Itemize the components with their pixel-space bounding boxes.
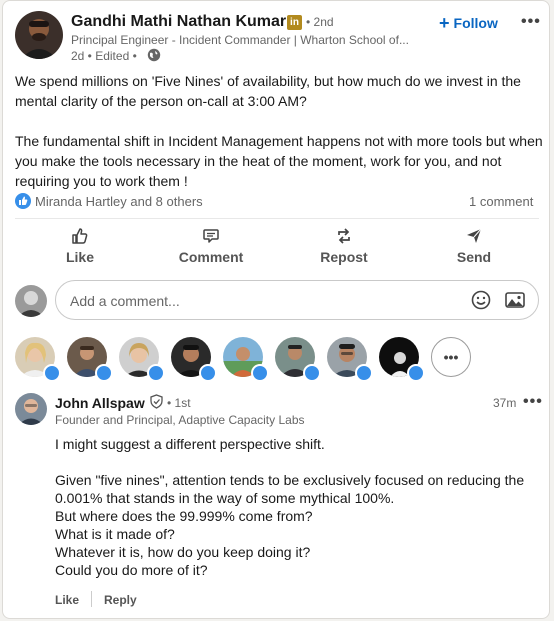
divider: [91, 591, 92, 607]
verified-icon: [149, 394, 164, 409]
comment-timestamp: 37m: [493, 396, 517, 410]
comment-input[interactable]: [68, 290, 452, 312]
globe-icon: [147, 48, 161, 62]
like-badge-icon: [407, 364, 425, 382]
commenter-degree: • 1st: [167, 396, 191, 410]
plus-icon: +: [439, 13, 450, 33]
like-badge-icon: [251, 364, 269, 382]
comment-input-container: [55, 280, 539, 320]
commenter-name[interactable]: John Allspaw: [55, 395, 145, 411]
more-reactors-button[interactable]: •••: [431, 337, 471, 377]
send-icon: [467, 228, 482, 243]
comment-line: But where does the 99.999% come from?: [55, 508, 313, 524]
comment-reply-button[interactable]: Reply: [104, 593, 137, 607]
comment-icon: [203, 229, 219, 243]
commenter-avatar[interactable]: [15, 393, 47, 425]
like-badge-icon: [95, 364, 113, 382]
like-button[interactable]: Like: [40, 226, 120, 265]
comment-line-spacer: [55, 453, 535, 471]
emoji-icon[interactable]: [470, 289, 492, 311]
divider: [15, 218, 539, 219]
like-label: Like: [65, 249, 94, 265]
comment-line: Could you do more of it?: [55, 562, 208, 578]
post-text: We spend millions on 'Five Nines' of ava…: [15, 71, 543, 211]
like-badge-icon: [355, 364, 373, 382]
repost-icon: [338, 228, 350, 244]
like-badge-icon: [147, 364, 165, 382]
commenter-headline: Founder and Principal, Adaptive Capacity…: [55, 413, 305, 427]
comment-line: What is it made of?: [55, 526, 175, 542]
follow-label: Follow: [453, 15, 498, 31]
like-badge-icon: [43, 364, 61, 382]
author-headline: Principal Engineer - Incident Commander …: [71, 33, 409, 47]
more-options-icon[interactable]: •••: [521, 13, 541, 31]
comment-like-button[interactable]: Like: [55, 593, 79, 607]
comment-more-icon[interactable]: •••: [523, 393, 543, 411]
post-paragraph: The fundamental shift in Incident Manage…: [15, 133, 543, 189]
author-name[interactable]: Gandhi Mathi Nathan Kumar: [71, 13, 286, 31]
like-icon: [72, 228, 88, 244]
send-label: Send: [456, 249, 492, 265]
send-button[interactable]: Send: [434, 226, 514, 265]
image-icon[interactable]: [504, 289, 526, 311]
like-reaction-icon: [15, 193, 31, 209]
comment-count[interactable]: 1 comment: [469, 194, 533, 209]
comment-button[interactable]: Comment: [171, 226, 251, 265]
post-paragraph: We spend millions on 'Five Nines' of ava…: [15, 73, 521, 109]
comment-line: Given "five nines", attention tends to b…: [55, 472, 525, 506]
reactors-summary[interactable]: Miranda Hartley and 8 others: [35, 194, 203, 209]
post-card: Gandhi Mathi Nathan Kumar in • 2nd Princ…: [2, 0, 550, 619]
post-timestamp: 2d • Edited •: [71, 49, 137, 63]
author-avatar[interactable]: [15, 11, 63, 59]
comment-line: Whatever it is, how do you keep doing it…: [55, 544, 311, 560]
like-badge-icon: [199, 364, 217, 382]
connection-degree: • 2nd: [306, 15, 334, 29]
repost-label: Repost: [320, 249, 368, 265]
comment-label: Comment: [178, 249, 244, 265]
comment-line: I might suggest a different perspective …: [55, 436, 325, 452]
premium-badge-icon: in: [287, 15, 302, 30]
comment-text: I might suggest a different perspective …: [55, 435, 535, 579]
repost-button[interactable]: Repost: [304, 226, 384, 265]
like-badge-icon: [303, 364, 321, 382]
follow-button[interactable]: + Follow: [439, 14, 498, 32]
viewer-avatar[interactable]: [15, 285, 47, 317]
